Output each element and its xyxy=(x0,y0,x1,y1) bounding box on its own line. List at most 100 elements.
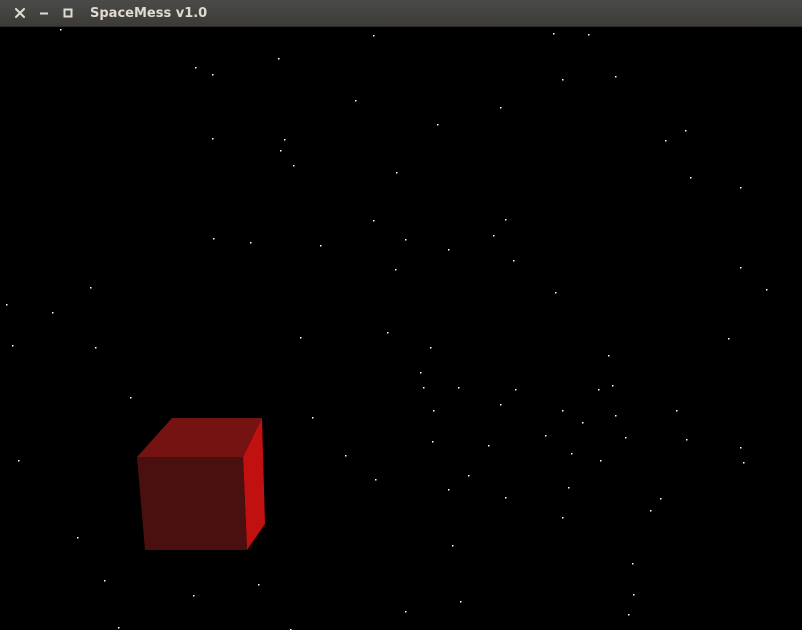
star xyxy=(95,347,97,349)
star xyxy=(387,332,389,334)
star xyxy=(212,138,214,140)
close-icon xyxy=(15,8,25,18)
star xyxy=(553,33,555,35)
star xyxy=(52,312,54,314)
star xyxy=(588,34,590,36)
star xyxy=(505,497,507,499)
star xyxy=(685,130,687,132)
star xyxy=(608,355,610,357)
star xyxy=(562,517,564,519)
star xyxy=(743,462,745,464)
star xyxy=(430,347,432,349)
star xyxy=(488,445,490,447)
star xyxy=(650,510,652,512)
star xyxy=(555,292,557,294)
star xyxy=(448,249,450,251)
star xyxy=(213,238,215,240)
maximize-button[interactable] xyxy=(58,3,78,23)
star xyxy=(437,124,439,126)
star xyxy=(373,35,375,37)
star xyxy=(77,537,79,539)
star xyxy=(571,453,573,455)
star xyxy=(104,580,106,582)
star xyxy=(258,584,260,586)
star xyxy=(686,439,688,441)
star xyxy=(284,139,286,141)
space-scene xyxy=(6,29,768,630)
star xyxy=(405,239,407,241)
star xyxy=(568,487,570,489)
star xyxy=(612,385,614,387)
star xyxy=(493,235,495,237)
star xyxy=(432,441,434,443)
star xyxy=(433,410,435,412)
cube-front-face xyxy=(137,457,247,550)
star xyxy=(632,563,634,565)
star xyxy=(195,67,197,69)
star xyxy=(562,79,564,81)
close-button[interactable] xyxy=(10,3,30,23)
star xyxy=(280,150,282,152)
starfield xyxy=(6,29,768,630)
star xyxy=(373,220,375,222)
minimize-icon xyxy=(40,12,48,15)
star xyxy=(625,437,627,439)
window-title: SpaceMess v1.0 xyxy=(90,6,208,21)
star xyxy=(423,387,425,389)
star xyxy=(312,417,314,419)
star xyxy=(766,289,768,291)
star xyxy=(513,260,515,262)
star xyxy=(90,287,92,289)
star xyxy=(598,389,600,391)
star xyxy=(600,460,602,462)
title-bar[interactable]: SpaceMess v1.0 xyxy=(0,0,802,27)
star xyxy=(740,267,742,269)
star xyxy=(515,389,517,391)
star xyxy=(375,479,377,481)
star xyxy=(740,187,742,189)
game-viewport[interactable] xyxy=(0,27,802,630)
star xyxy=(212,74,214,76)
star xyxy=(460,601,462,603)
star xyxy=(500,107,502,109)
star xyxy=(293,165,295,167)
star xyxy=(615,76,617,78)
star xyxy=(118,627,120,629)
star xyxy=(660,498,662,500)
star xyxy=(615,415,617,417)
star xyxy=(562,410,564,412)
star xyxy=(60,29,62,31)
star xyxy=(582,422,584,424)
star xyxy=(448,489,450,491)
cube-top-face xyxy=(137,418,262,457)
star xyxy=(628,614,630,616)
star xyxy=(690,177,692,179)
star xyxy=(130,397,132,399)
star xyxy=(396,172,398,174)
maximize-icon xyxy=(63,8,73,18)
star xyxy=(633,594,635,596)
star xyxy=(18,460,20,462)
star xyxy=(728,338,730,340)
star xyxy=(740,447,742,449)
star xyxy=(665,140,667,142)
star xyxy=(278,58,280,60)
star xyxy=(420,372,422,374)
star xyxy=(676,410,678,412)
star xyxy=(345,455,347,457)
star xyxy=(468,475,470,477)
star xyxy=(193,595,195,597)
star xyxy=(545,435,547,437)
star xyxy=(395,269,397,271)
star xyxy=(405,611,407,613)
star xyxy=(452,545,454,547)
star xyxy=(355,100,357,102)
cube xyxy=(137,418,265,550)
minimize-button[interactable] xyxy=(34,3,54,23)
star xyxy=(6,304,8,306)
star xyxy=(505,219,507,221)
game-window: SpaceMess v1.0 xyxy=(0,0,802,630)
star xyxy=(500,404,502,406)
star xyxy=(250,242,252,244)
star xyxy=(320,245,322,247)
